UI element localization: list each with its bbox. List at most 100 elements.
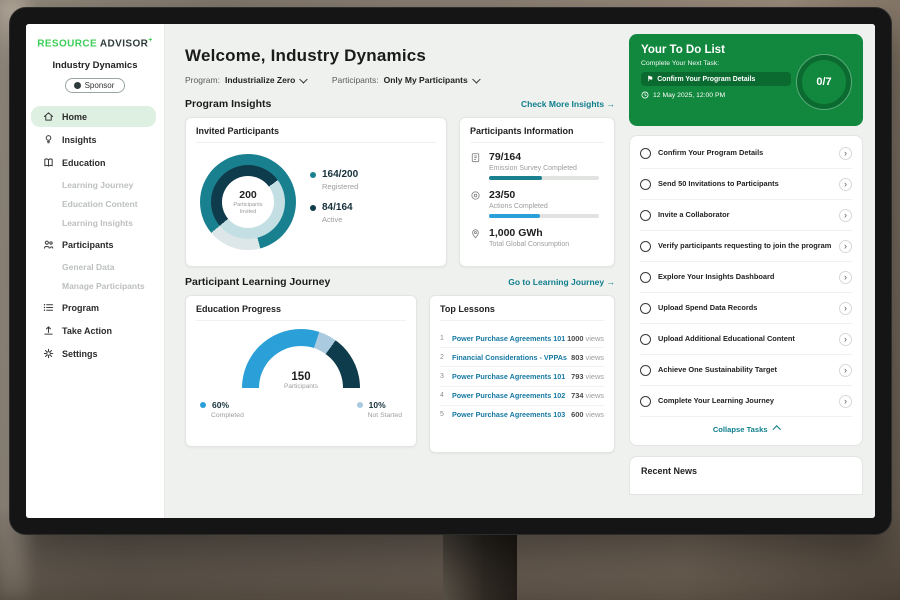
- chevron-right-icon[interactable]: ›: [839, 271, 852, 284]
- task-checkbox[interactable]: [640, 148, 651, 159]
- lesson-views: 1000: [567, 334, 583, 343]
- card-title: Participants Information: [470, 126, 604, 143]
- clipboard-icon: [470, 152, 481, 163]
- task-row[interactable]: Upload Spend Data Records ›: [640, 293, 852, 324]
- card-title: Education Progress: [196, 304, 406, 321]
- legend-value: 164/200: [322, 169, 358, 180]
- invited-participants-card: Invited Participants 200 Participants In…: [185, 117, 447, 267]
- lesson-link[interactable]: Power Purchase Agreements 101: [452, 372, 571, 381]
- check-more-insights-link[interactable]: Check More Insights →: [521, 99, 615, 109]
- chevron-right-icon[interactable]: ›: [839, 240, 852, 253]
- logo-word-1: RESOURCE: [37, 38, 97, 49]
- list-icon: [43, 302, 54, 313]
- sidebar-item-take-action[interactable]: Take Action: [31, 320, 156, 341]
- task-checkbox[interactable]: [640, 179, 651, 190]
- clock-icon: [641, 91, 649, 99]
- participants-information-card: Participants Information 79/164 Emission…: [459, 117, 615, 267]
- progress-fill: [489, 214, 540, 218]
- task-checkbox[interactable]: [640, 210, 651, 221]
- chevron-right-icon[interactable]: ›: [839, 209, 852, 222]
- sidebar-item-label: Participants: [62, 240, 114, 250]
- todo-list-card: Confirm Your Program Details › Send 50 I…: [629, 135, 863, 446]
- sidebar-item-home[interactable]: Home: [31, 106, 156, 127]
- legend-value: 84/164: [322, 202, 353, 213]
- education-gauge: 150 Participants: [242, 329, 360, 388]
- task-checkbox[interactable]: [640, 303, 651, 314]
- lesson-link[interactable]: Power Purchase Agreements 101: [452, 334, 567, 343]
- sidebar-item-learning-journey[interactable]: Learning Journey: [26, 175, 164, 194]
- sidebar-item-general-data[interactable]: General Data: [26, 257, 164, 276]
- go-to-learning-journey-link[interactable]: Go to Learning Journey →: [508, 277, 615, 287]
- task-checkbox[interactable]: [640, 241, 651, 252]
- lesson-views-word: views: [586, 334, 604, 343]
- monitor-stand: [443, 531, 517, 600]
- chevron-right-icon[interactable]: ›: [839, 364, 852, 377]
- program-select[interactable]: Industrialize Zero: [225, 75, 306, 85]
- sidebar-item-education[interactable]: Education: [31, 152, 156, 173]
- lesson-link[interactable]: Power Purchase Agreements 103: [452, 410, 571, 419]
- task-row[interactable]: Send 50 Invitations to Participants ›: [640, 169, 852, 200]
- stat-global-consumption: 1,000 GWh Total Global Consumption: [470, 227, 604, 252]
- legend-value: 60%: [212, 400, 229, 410]
- task-row[interactable]: Confirm Your Program Details ›: [640, 138, 852, 169]
- task-row[interactable]: Complete Your Learning Journey ›: [640, 386, 852, 417]
- sidebar-item-settings[interactable]: Settings: [31, 343, 156, 364]
- gauge-center: 150 Participants: [242, 371, 360, 390]
- sidebar-item-manage-participants[interactable]: Manage Participants: [26, 276, 164, 295]
- card-title: Invited Participants: [196, 126, 436, 143]
- sidebar-item-learning-insights[interactable]: Learning Insights: [26, 213, 164, 232]
- task-checkbox[interactable]: [640, 396, 651, 407]
- task-row[interactable]: Invite a Collaborator ›: [640, 200, 852, 231]
- main-panel: Welcome, Industry Dynamics Program: Indu…: [165, 24, 627, 518]
- lesson-views: 734: [571, 391, 583, 400]
- sidebar-item-education-content[interactable]: Education Content: [26, 194, 164, 213]
- task-checkbox[interactable]: [640, 334, 651, 345]
- sidebar-item-insights[interactable]: Insights: [31, 129, 156, 150]
- legend-value: 10%: [369, 400, 386, 410]
- participants-select-value: Only My Participants: [384, 75, 468, 85]
- lesson-link[interactable]: Financial Considerations - VPPAs: [452, 353, 571, 362]
- task-row[interactable]: Achieve One Sustainability Target ›: [640, 355, 852, 386]
- chevron-right-icon[interactable]: ›: [839, 147, 852, 160]
- sidebar-item-label: Program: [62, 303, 99, 313]
- participants-select[interactable]: Only My Participants: [384, 75, 479, 85]
- next-task-pill[interactable]: ⚑ Confirm Your Program Details: [641, 72, 791, 86]
- chevron-right-icon[interactable]: ›: [839, 395, 852, 408]
- task-label: Upload Spend Data Records: [658, 303, 832, 313]
- task-row[interactable]: Verify participants requesting to join t…: [640, 231, 852, 262]
- legend-dot: [310, 172, 316, 178]
- chevron-right-icon[interactable]: ›: [839, 333, 852, 346]
- page-title: Welcome, Industry Dynamics: [185, 46, 615, 66]
- task-row[interactable]: Explore Your Insights Dashboard ›: [640, 262, 852, 293]
- lesson-views-word: views: [586, 353, 604, 362]
- recent-news-card[interactable]: Recent News: [629, 456, 863, 495]
- chevron-right-icon[interactable]: ›: [839, 178, 852, 191]
- sidebar-item-label: Education: [62, 158, 106, 168]
- invited-total: 200: [239, 189, 257, 201]
- chevron-down-icon: [472, 75, 480, 83]
- lesson-link[interactable]: Power Purchase Agreements 102: [452, 391, 571, 400]
- invited-legend: 164/200 Registered 84/164 Active: [310, 169, 358, 235]
- program-filter: Program: Industrialize Zero: [185, 75, 306, 85]
- task-checkbox[interactable]: [640, 272, 651, 283]
- chevron-right-icon[interactable]: ›: [839, 302, 852, 315]
- legend-label: Registered: [322, 182, 358, 191]
- sidebar-item-label: Learning Journey: [62, 180, 133, 190]
- task-checkbox[interactable]: [640, 365, 651, 376]
- app-logo: RESOURCE ADVISOR+: [26, 37, 164, 49]
- link-label: Check More Insights: [521, 99, 604, 109]
- sponsor-icon: [74, 82, 81, 89]
- sidebar-item-participants[interactable]: Participants: [31, 234, 156, 255]
- sponsor-badge[interactable]: Sponsor: [65, 78, 126, 93]
- task-row[interactable]: Upload Additional Educational Content ›: [640, 324, 852, 355]
- progress-fill: [489, 176, 542, 180]
- sidebar-item-label: General Data: [62, 262, 114, 272]
- sidebar-item-program[interactable]: Program: [31, 297, 156, 318]
- lesson-rank: 3: [440, 373, 452, 380]
- progress-track: [489, 214, 599, 218]
- participants-filter-label: Participants:: [332, 75, 379, 85]
- collapse-tasks-link[interactable]: Collapse Tasks: [640, 417, 852, 443]
- recent-news-title: Recent News: [641, 466, 697, 476]
- invited-chart-area: 200 Participants Invited 164/200 Registe…: [196, 151, 436, 250]
- todo-header-card: Your To Do List Complete Your Next Task:…: [629, 34, 863, 126]
